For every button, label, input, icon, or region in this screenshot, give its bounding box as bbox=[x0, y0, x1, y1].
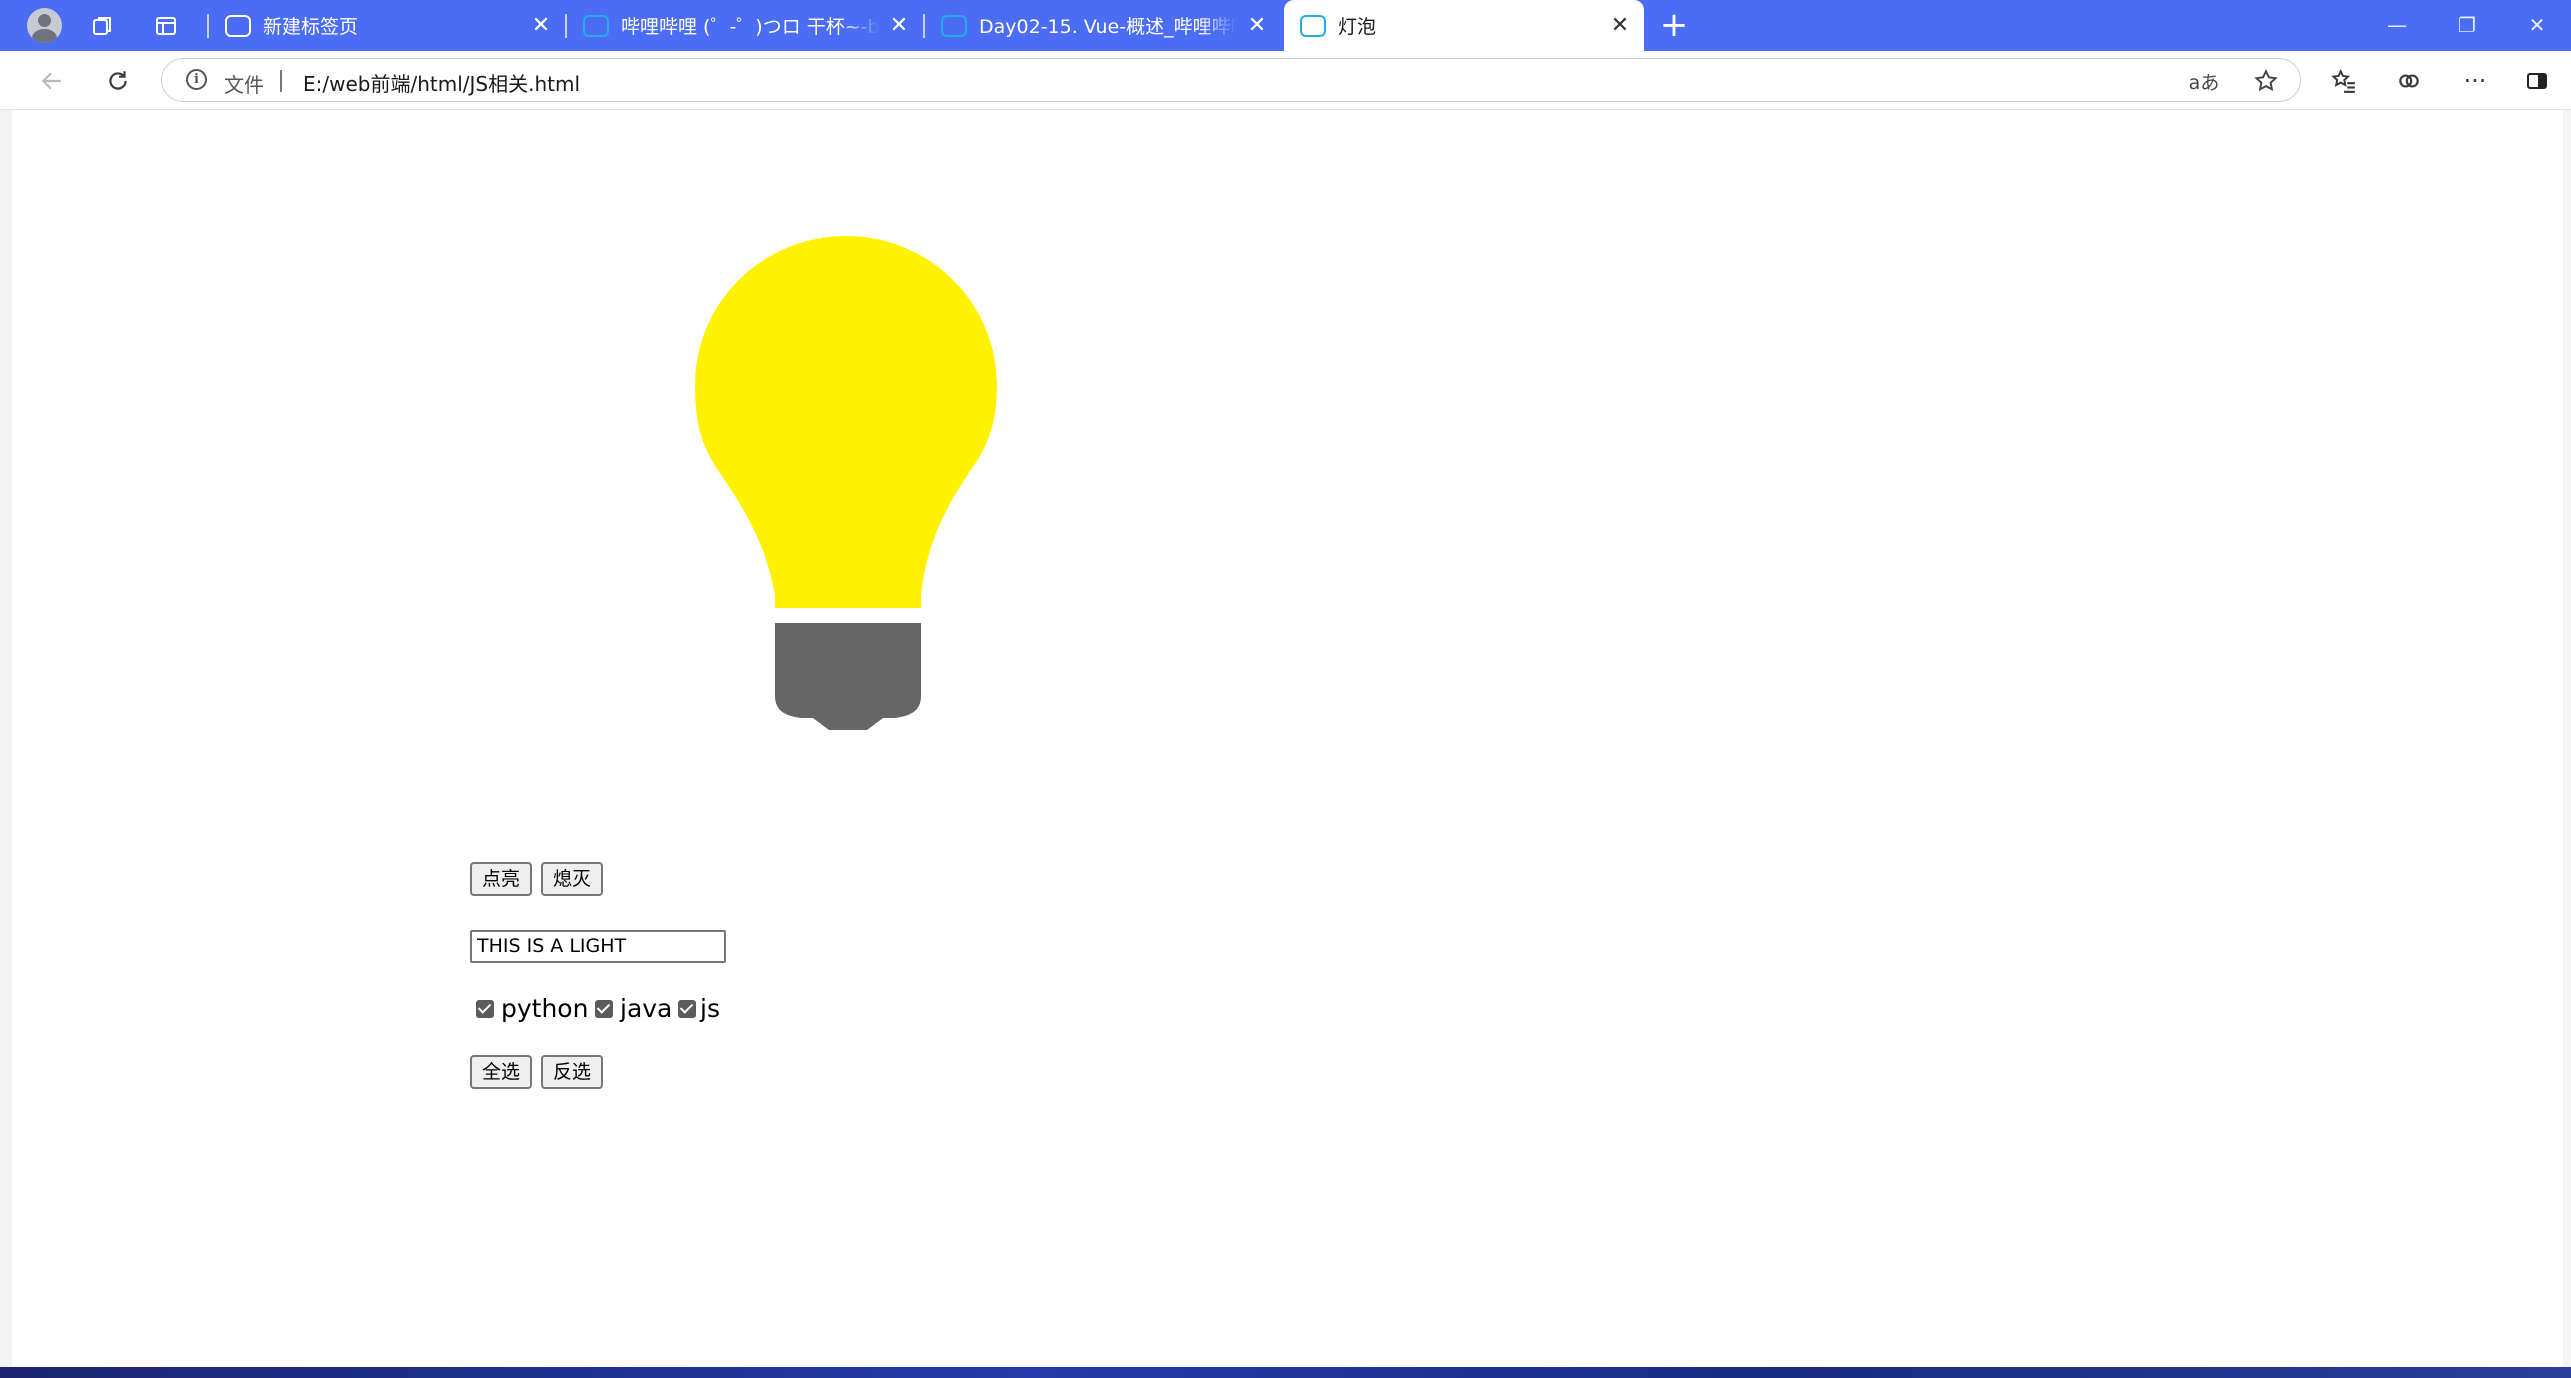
address-separator bbox=[280, 70, 282, 92]
close-icon[interactable]: ✕ bbox=[885, 12, 913, 40]
light-on-button[interactable]: 点亮 bbox=[470, 862, 533, 896]
tab-title: 灯泡 bbox=[1338, 16, 1377, 38]
left-window-edge bbox=[0, 110, 12, 1367]
more-options-icon[interactable]: ··· bbox=[2455, 61, 2495, 101]
tab-new-tab-page[interactable]: 新建标签页 ✕ bbox=[209, 0, 565, 51]
tab-bilibili-home[interactable]: 哔哩哔哩 (゜-゜)つロ 干杯~-bilibili ✕ bbox=[567, 0, 923, 51]
checkbox-js[interactable]: js bbox=[678, 994, 720, 1024]
bilibili-icon bbox=[941, 14, 967, 37]
checkbox-label: java bbox=[620, 994, 673, 1023]
page-content bbox=[12, 110, 2563, 1367]
scheme-label: 文件 bbox=[224, 73, 264, 97]
favorite-star-icon[interactable] bbox=[2250, 65, 2282, 97]
minimize-icon[interactable]: — bbox=[2367, 6, 2427, 44]
checkbox-checked-icon[interactable] bbox=[678, 1000, 696, 1018]
checkbox-python[interactable]: python bbox=[476, 994, 588, 1024]
tab-title: 哔哩哔哩 (゜-゜)つロ 干杯~-bilibili bbox=[621, 16, 879, 38]
checkbox-checked-icon[interactable] bbox=[476, 1000, 494, 1018]
checkbox-label: js bbox=[700, 994, 720, 1023]
tab-title: 新建标签页 bbox=[263, 16, 359, 38]
scrollbar-track[interactable] bbox=[2563, 110, 2571, 1367]
browser-window: 新建标签页 ✕ 哔哩哔哩 (゜-゜)つロ 干杯~-bilibili ✕ Day0… bbox=[0, 0, 2571, 1367]
workspaces-icon[interactable] bbox=[84, 7, 122, 45]
close-icon[interactable]: ✕ bbox=[1606, 12, 1634, 40]
select-all-button[interactable]: 全选 bbox=[470, 1055, 533, 1089]
light-off-button[interactable]: 熄灭 bbox=[541, 862, 604, 896]
tab-lightbulb[interactable]: 灯泡 ✕ bbox=[1284, 0, 1644, 51]
tab-vue-video[interactable]: Day02-15. Vue-概述_哔哩哔哩_bilibili ✕ bbox=[925, 0, 1281, 51]
checkbox-java[interactable]: java bbox=[595, 994, 672, 1024]
tab-strip: 新建标签页 ✕ 哔哩哔哩 (゜-゜)つロ 干杯~-bilibili ✕ Day0… bbox=[0, 0, 2571, 51]
lightbulb-image bbox=[695, 236, 997, 730]
checkbox-label: python bbox=[501, 994, 589, 1023]
restore-icon[interactable]: ❐ bbox=[2437, 6, 2497, 44]
bulb-glass bbox=[695, 236, 997, 608]
url-text[interactable]: E:/web前端/html/JS相关.html bbox=[303, 68, 580, 97]
collections-icon[interactable] bbox=[2389, 61, 2429, 101]
new-tab-page-icon bbox=[225, 14, 251, 37]
info-icon[interactable]: i bbox=[186, 69, 207, 90]
close-window-icon[interactable]: ✕ bbox=[2507, 6, 2567, 44]
read-aloud-icon[interactable]: aあ bbox=[2188, 65, 2220, 97]
new-tab-button[interactable]: + bbox=[1655, 7, 1693, 45]
sidebar-toggle-icon[interactable] bbox=[2517, 61, 2557, 101]
light-text-input[interactable]: THIS IS A LIGHT bbox=[470, 930, 726, 963]
close-icon[interactable]: ✕ bbox=[527, 12, 555, 40]
tab-title: Day02-15. Vue-概述_哔哩哔哩_bilibili bbox=[979, 16, 1237, 38]
invert-selection-button[interactable]: 反选 bbox=[541, 1055, 604, 1089]
favorites-icon[interactable] bbox=[2324, 61, 2364, 101]
checkbox-checked-icon[interactable] bbox=[595, 1000, 613, 1018]
navigation-toolbar: i 文件 E:/web前端/html/JS相关.html aあ ··· bbox=[0, 51, 2571, 110]
back-arrow-icon[interactable] bbox=[32, 61, 72, 101]
profile-avatar[interactable] bbox=[27, 8, 62, 43]
bulb-base bbox=[775, 623, 921, 730]
tab-actions-icon[interactable] bbox=[147, 7, 185, 45]
desktop-wallpaper-strip bbox=[0, 1367, 2571, 1378]
bilibili-icon bbox=[1300, 14, 1326, 37]
address-bar[interactable]: i 文件 E:/web前端/html/JS相关.html aあ bbox=[161, 58, 2301, 102]
refresh-icon[interactable] bbox=[98, 61, 138, 101]
bilibili-icon bbox=[583, 14, 609, 37]
close-icon[interactable]: ✕ bbox=[1243, 12, 1271, 40]
